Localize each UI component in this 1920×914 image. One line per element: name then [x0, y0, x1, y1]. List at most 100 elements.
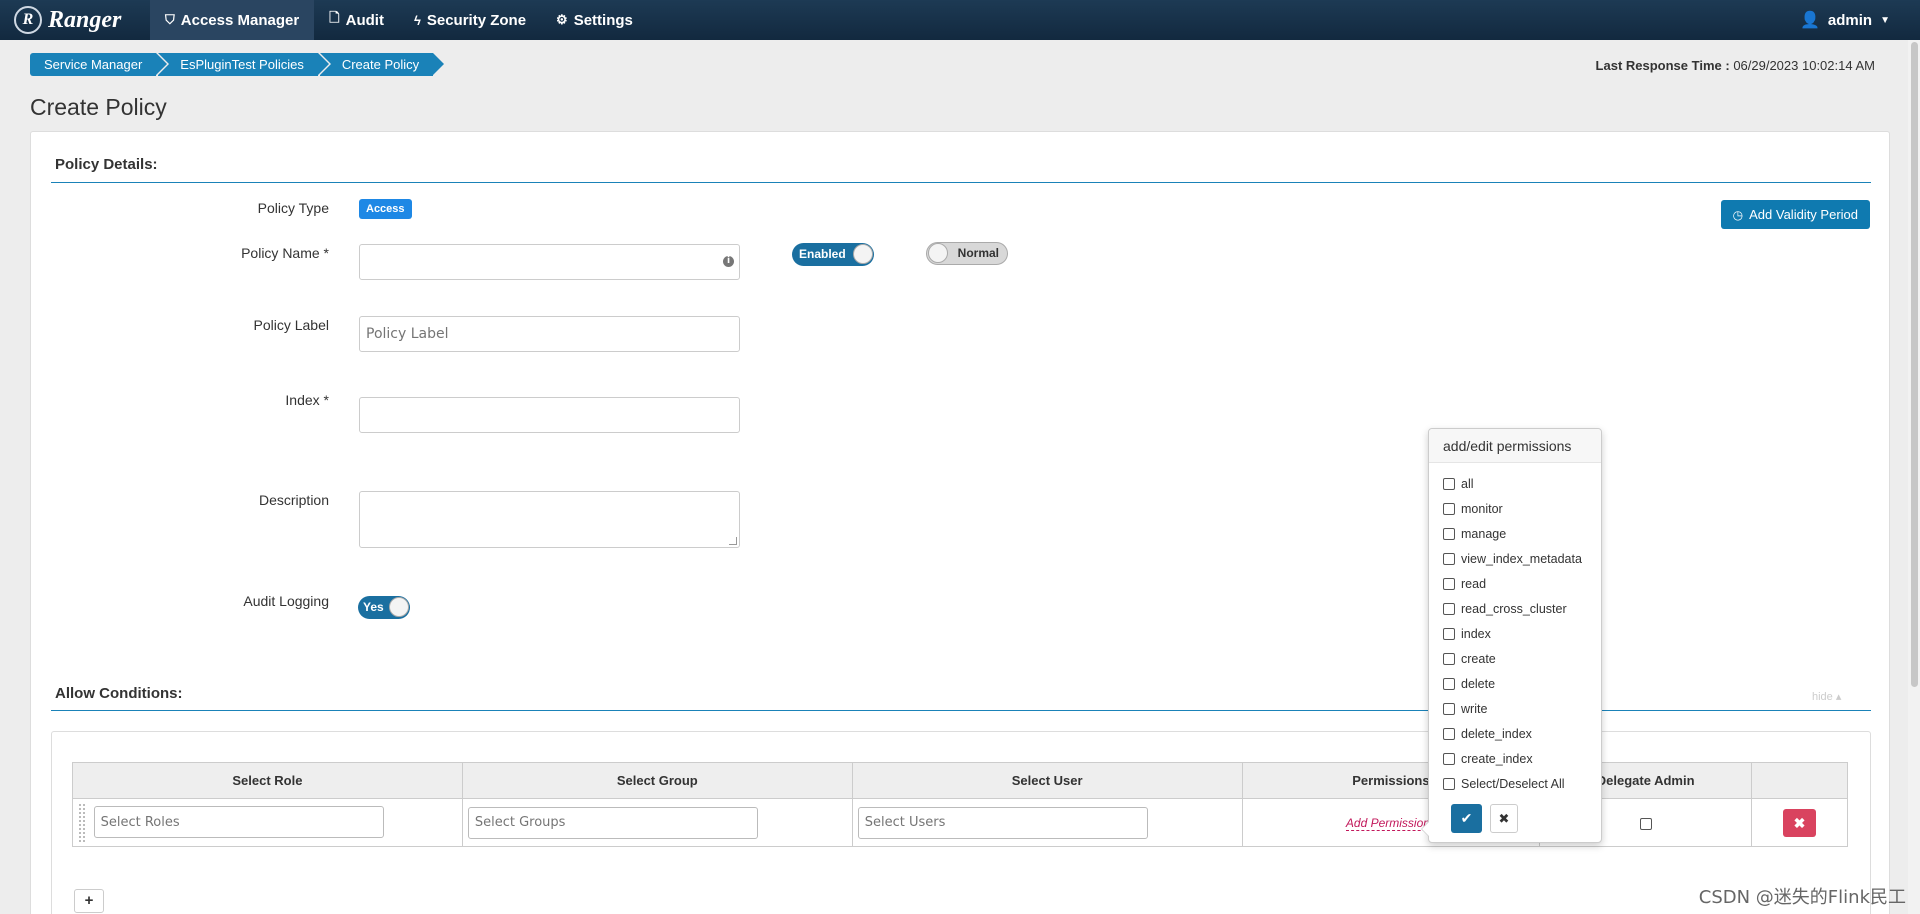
confirm-permissions-button[interactable]: ✔	[1451, 804, 1482, 833]
watermark: CSDN @迷失的Flink民工	[1698, 887, 1906, 908]
breadcrumb-service-manager[interactable]: Service Manager	[30, 53, 168, 76]
permission-option-select-all[interactable]: Select/Deselect All	[1429, 771, 1601, 796]
delegate-admin-checkbox[interactable]	[1639, 817, 1652, 830]
checkbox[interactable]	[1443, 677, 1455, 690]
page-title: Create Policy	[30, 94, 167, 120]
permission-label: delete_index	[1461, 726, 1532, 741]
permission-option-manage[interactable]: manage	[1429, 521, 1601, 546]
permission-option-all[interactable]: all	[1429, 471, 1601, 496]
permission-option-create-index[interactable]: create_index	[1429, 746, 1601, 771]
permission-label: view_index_metadata	[1461, 551, 1582, 566]
permission-label: read	[1461, 576, 1487, 591]
nav-access-manager[interactable]: ⛉ Access Manager	[150, 0, 315, 40]
hide-link[interactable]: hide ▴	[1812, 690, 1841, 703]
audit-logging-toggle[interactable]: Yes	[358, 596, 410, 619]
checkbox[interactable]	[1443, 527, 1455, 540]
scrollbar-thumb[interactable]	[1911, 42, 1918, 687]
normal-toggle[interactable]: Normal	[926, 242, 1008, 265]
last-response-time: Last Response Time : 06/29/2023 10:02:14…	[1596, 58, 1875, 73]
permission-option-view-index-metadata[interactable]: view_index_metadata	[1429, 546, 1601, 571]
nav-audit[interactable]: 🗋 Audit	[314, 0, 399, 40]
cancel-permissions-button[interactable]: ✖	[1490, 804, 1518, 833]
description-label: Description	[258, 492, 329, 508]
cell-actions: ✖	[1751, 798, 1848, 847]
permission-option-read[interactable]: read	[1429, 571, 1601, 596]
last-response-value: 06/29/2023 10:02:14 AM	[1733, 58, 1875, 73]
popover-title: add/edit permissions	[1429, 429, 1601, 463]
permissions-popover: add/edit permissions all monitor manage …	[1421, 428, 1602, 843]
popover-buttons: ✔ ✖	[1451, 804, 1518, 833]
policy-type-badge: Access	[359, 199, 412, 219]
brand-logo-link[interactable]: R Ranger	[0, 0, 150, 40]
checkbox[interactable]	[1443, 477, 1455, 490]
hide-link-label: hide	[1812, 691, 1833, 703]
checkbox[interactable]	[1443, 652, 1455, 665]
col-select-group: Select Group	[461, 762, 853, 799]
permission-option-create[interactable]: create	[1429, 646, 1601, 671]
user-menu[interactable]: 👤 admin ▼	[1800, 0, 1890, 40]
permission-label: Select/Deselect All	[1461, 776, 1565, 791]
ranger-logo-icon: R	[14, 6, 42, 34]
check-icon: ✔	[1460, 810, 1473, 826]
policy-details-heading: Policy Details:	[55, 156, 158, 173]
permission-option-write[interactable]: write	[1429, 696, 1601, 721]
permission-label: monitor	[1461, 501, 1503, 516]
add-row-button[interactable]: +	[74, 889, 104, 913]
checkbox[interactable]	[1443, 752, 1455, 765]
drag-handle-icon[interactable]	[79, 803, 85, 842]
index-label: Index *	[285, 392, 329, 408]
permission-option-monitor[interactable]: monitor	[1429, 496, 1601, 521]
delete-row-button[interactable]: ✖	[1783, 808, 1817, 837]
description-textarea[interactable]	[359, 491, 740, 548]
audit-logging-toggle-knob	[389, 597, 409, 617]
nav-security-zone[interactable]: ϟ Security Zone	[399, 0, 541, 40]
permission-option-index[interactable]: index	[1429, 621, 1601, 646]
policy-type-label: Policy Type	[257, 200, 329, 216]
normal-toggle-knob	[928, 243, 948, 263]
checkbox[interactable]	[1443, 627, 1455, 640]
info-icon[interactable]: i	[723, 256, 734, 267]
add-validity-period-label: Add Validity Period	[1749, 207, 1858, 222]
select-roles-input[interactable]	[93, 806, 384, 839]
checkbox[interactable]	[1443, 727, 1455, 740]
permission-option-delete[interactable]: delete	[1429, 671, 1601, 696]
breadcrumb: Service Manager EsPluginTest Policies Cr…	[30, 53, 445, 76]
nav-audit-label: Audit	[345, 11, 384, 29]
caret-down-icon: ▼	[1880, 14, 1890, 26]
enabled-toggle-label: Enabled	[799, 247, 846, 261]
permission-option-read-cross-cluster[interactable]: read_cross_cluster	[1429, 596, 1601, 621]
checkbox[interactable]	[1443, 552, 1455, 565]
checkbox[interactable]	[1443, 702, 1455, 715]
select-users-input[interactable]	[857, 806, 1148, 839]
enabled-toggle[interactable]: Enabled	[792, 243, 874, 266]
checkbox[interactable]	[1443, 502, 1455, 515]
bolt-icon: ϟ	[413, 12, 421, 28]
add-validity-period-button[interactable]: ◷ Add Validity Period	[1720, 200, 1870, 229]
last-response-label: Last Response Time :	[1595, 58, 1730, 73]
permissions-list: all monitor manage view_index_metadata r…	[1429, 463, 1601, 796]
audit-logging-label: Audit Logging	[243, 593, 329, 609]
index-input[interactable]	[359, 397, 740, 433]
checkbox[interactable]	[1443, 577, 1455, 590]
select-groups-input[interactable]	[467, 806, 758, 839]
brand-name: Ranger	[48, 6, 122, 33]
nav-access-manager-label: Access Manager	[180, 11, 300, 29]
col-select-role: Select Role	[72, 762, 463, 799]
nav-settings-label: Settings	[573, 11, 633, 29]
breadcrumb-create-policy[interactable]: Create Policy	[319, 53, 445, 76]
checkbox[interactable]	[1443, 777, 1455, 790]
gear-icon: ⚙	[556, 12, 568, 27]
policy-label-input[interactable]	[359, 316, 740, 352]
nav-settings[interactable]: ⚙ Settings	[541, 0, 648, 40]
policy-label-label: Policy Label	[253, 317, 330, 333]
clock-icon: ◷	[1732, 207, 1744, 222]
breadcrumb-policies[interactable]: EsPluginTest Policies	[158, 53, 329, 76]
permission-option-delete-index[interactable]: delete_index	[1429, 721, 1601, 746]
permission-label: index	[1461, 626, 1491, 641]
normal-toggle-label: Normal	[957, 246, 999, 260]
policy-name-input[interactable]: i	[359, 244, 740, 280]
cell-roles	[72, 798, 463, 847]
user-icon: 👤	[1799, 12, 1820, 29]
resize-grip-icon[interactable]	[729, 537, 737, 545]
checkbox[interactable]	[1443, 602, 1455, 615]
